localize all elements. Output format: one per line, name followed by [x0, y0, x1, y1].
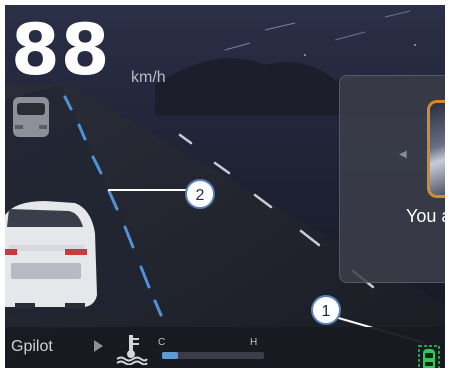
- previous-arrow-icon[interactable]: ◀: [399, 149, 407, 160]
- callout-marker-1: 1: [311, 295, 341, 325]
- callout-marker-2: 2: [185, 179, 215, 209]
- car-status-icon: [418, 345, 440, 368]
- coolant-gauge-fill: [162, 352, 179, 359]
- play-arrow-icon: [94, 340, 103, 352]
- coolant-gauge-track: [162, 352, 264, 359]
- album-art-thumbnail[interactable]: [427, 100, 445, 198]
- speed-unit: km/h: [131, 69, 166, 86]
- cluster-screen: 88 km/h ◀ You a Gpilot C H 2 1: [5, 5, 445, 368]
- drive-mode-label: Gpilot: [11, 338, 53, 355]
- status-bar: [5, 327, 445, 368]
- gauge-hot-label: H: [250, 337, 258, 348]
- gauge-cold-label: C: [158, 337, 166, 348]
- media-panel-text: You a: [406, 206, 445, 226]
- own-car-icon: [5, 201, 97, 309]
- speed-value: 88: [11, 9, 111, 91]
- car-ahead-icon: [13, 97, 49, 137]
- coolant-temperature-icon: [116, 335, 148, 365]
